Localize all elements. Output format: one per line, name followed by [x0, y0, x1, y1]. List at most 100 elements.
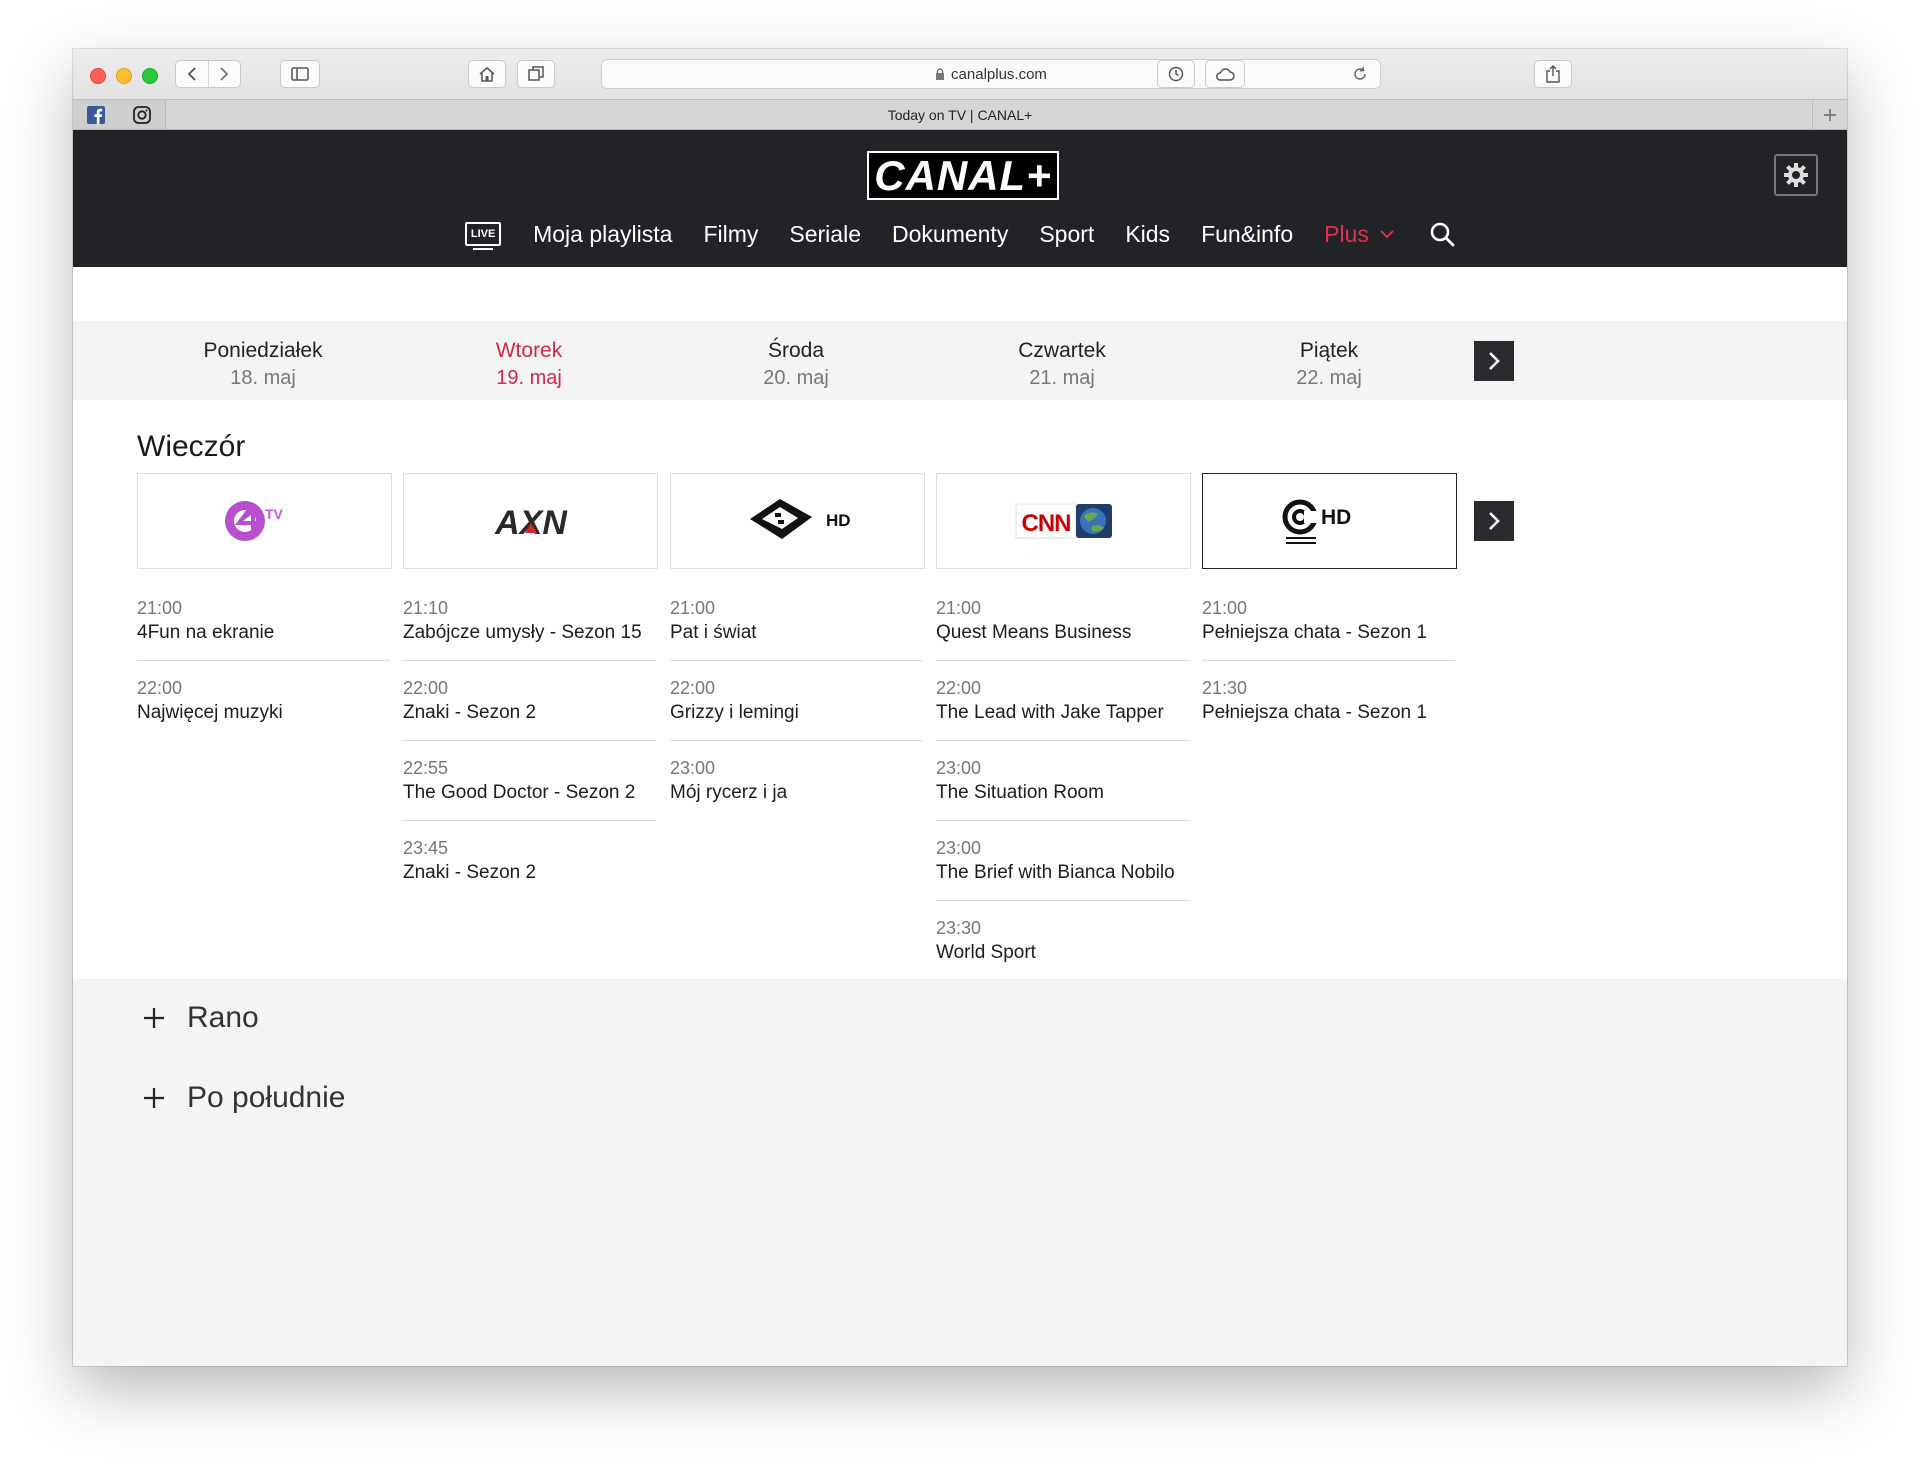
- sidebar-button[interactable]: [280, 60, 320, 88]
- home-button[interactable]: [468, 60, 506, 88]
- program-item[interactable]: 23:00 The Brief with Bianca Nobilo: [936, 821, 1189, 901]
- program-list-comedy-central: 21:00 Pełniejsza chata - Sezon 1 21:30 P…: [1202, 581, 1455, 741]
- day-tab-wtorek[interactable]: Wtorek 19. maj: [409, 339, 649, 390]
- icloud-tabs-button[interactable]: [1205, 60, 1245, 88]
- axn-logo-icon: AXN: [494, 504, 568, 539]
- nav-item-dokumenty[interactable]: Dokumenty: [892, 221, 1008, 248]
- program-time: 22:00: [936, 678, 982, 698]
- close-window-button[interactable]: [90, 68, 106, 84]
- section-title-wieczor: Wieczór: [137, 430, 246, 463]
- live-tv-button[interactable]: LIVE: [465, 222, 502, 250]
- day-tab-poniedzialek[interactable]: Poniedziałek 18. maj: [143, 339, 383, 390]
- program-title: The Lead with Jake Tapper: [936, 702, 1164, 723]
- nav-item-sport[interactable]: Sport: [1039, 221, 1094, 248]
- minimize-window-button[interactable]: [116, 68, 132, 84]
- plus-icon: [1824, 108, 1836, 121]
- program-title: Znaki - Sezon 2: [403, 702, 537, 723]
- nav-item-fun-info[interactable]: Fun&info: [1201, 221, 1293, 248]
- program-item[interactable]: 23:00 Mój rycerz i ja: [670, 741, 923, 821]
- channel-card-axn[interactable]: AXN: [403, 473, 658, 569]
- program-title: Znaki - Sezon 2: [403, 862, 537, 883]
- section-label: Rano: [187, 1001, 259, 1034]
- channel-card-boomerang-hd[interactable]: HD: [670, 473, 925, 569]
- days-next-button[interactable]: [1474, 341, 1514, 381]
- channel-card-4funtv[interactable]: TV: [137, 473, 392, 569]
- tab-bar: Today on TV | CANAL+: [73, 99, 1847, 130]
- day-tab-sroda[interactable]: Środa 20. maj: [676, 339, 916, 390]
- program-time: 21:00: [670, 598, 716, 618]
- canal-plus-logo[interactable]: CANAL+: [867, 151, 1059, 200]
- day-date: 22. maj: [1296, 367, 1362, 389]
- plus-dropdown-toggle[interactable]: [1379, 229, 1395, 239]
- program-title: World Sport: [936, 942, 1036, 963]
- nav-item-kids[interactable]: Kids: [1125, 221, 1170, 248]
- gear-icon: [1784, 163, 1808, 187]
- program-item[interactable]: 21:00 Quest Means Business: [936, 581, 1189, 661]
- program-item[interactable]: 21:00 Pat i świat: [670, 581, 923, 661]
- new-tab-button[interactable]: [1812, 100, 1847, 129]
- program-item[interactable]: 22:00 The Lead with Jake Tapper: [936, 661, 1189, 741]
- browser-window: canalplus.com Today on TV | CANAL+ CANAL…: [73, 49, 1847, 1366]
- back-button[interactable]: [176, 61, 208, 87]
- search-button[interactable]: [1429, 221, 1455, 247]
- nav-item-filmy[interactable]: Filmy: [703, 221, 758, 248]
- home-icon: [479, 67, 495, 82]
- search-icon: [1430, 222, 1455, 247]
- program-item[interactable]: 23:45 Znaki - Sezon 2: [403, 821, 656, 901]
- day-name: Czwartek: [1018, 339, 1106, 362]
- nav-item-seriale[interactable]: Seriale: [789, 221, 861, 248]
- sidebar-icon: [291, 67, 309, 81]
- program-title: Pat i świat: [670, 622, 757, 643]
- program-item[interactable]: 21:30 Pełniejsza chata - Sezon 1: [1202, 661, 1455, 741]
- reload-icon[interactable]: [1352, 66, 1368, 82]
- program-item[interactable]: 23:30 World Sport: [936, 901, 1189, 981]
- history-nav: [175, 60, 241, 88]
- forward-button[interactable]: [207, 61, 241, 87]
- program-time: 23:00: [936, 758, 982, 778]
- program-item[interactable]: 22:00 Najwięcej muzyki: [137, 661, 390, 741]
- day-name: Piątek: [1299, 339, 1359, 362]
- channels-next-button[interactable]: [1474, 501, 1514, 541]
- chevron-left-icon: [187, 67, 196, 81]
- program-time: 23:00: [670, 758, 716, 778]
- day-tab-piatek[interactable]: Piątek 22. maj: [1209, 339, 1449, 390]
- plus-icon: [144, 1088, 164, 1108]
- program-time: 23:30: [936, 918, 982, 938]
- history-button[interactable]: [1157, 60, 1195, 88]
- channel-card-cnn[interactable]: CNN: [936, 473, 1191, 569]
- nav-item-plus[interactable]: Plus: [1324, 221, 1369, 248]
- active-tab-title[interactable]: Today on TV | CANAL+: [73, 107, 1847, 123]
- day-selector: Poniedziałek 18. maj Wtorek 19. maj Środ…: [73, 321, 1847, 400]
- program-title: Pełniejsza chata - Sezon 1: [1202, 622, 1427, 643]
- program-list-4funtv: 21:00 4Fun na ekranie 22:00 Najwięcej mu…: [137, 581, 390, 741]
- settings-button[interactable]: [1774, 154, 1818, 196]
- address-bar[interactable]: canalplus.com: [601, 59, 1381, 89]
- program-time: 21:10: [403, 598, 449, 618]
- lock-icon: [936, 68, 945, 80]
- section-toggle-rano[interactable]: Rano: [135, 1001, 259, 1035]
- program-item[interactable]: 21:00 Pełniejsza chata - Sezon 1: [1202, 581, 1455, 661]
- nav-item-moja-playlista[interactable]: Moja playlista: [533, 221, 672, 248]
- program-title: The Good Doctor - Sezon 2: [403, 782, 636, 803]
- channel-card-comedy-central-hd[interactable]: HD: [1202, 473, 1457, 569]
- program-item[interactable]: 22:55 The Good Doctor - Sezon 2: [403, 741, 656, 821]
- chevron-down-icon: [1380, 230, 1394, 239]
- comedy-central-logo-icon: HD: [1282, 499, 1351, 544]
- site-header: CANAL+ LIVE Moja playlista Filmy Seriale…: [73, 130, 1847, 267]
- program-item[interactable]: 22:00 Grizzy i lemingi: [670, 661, 923, 741]
- day-tab-czwartek[interactable]: Czwartek 21. maj: [942, 339, 1182, 390]
- program-title: Grizzy i lemingi: [670, 702, 799, 723]
- day-name: Wtorek: [495, 339, 563, 362]
- tabs-icon: [528, 66, 544, 81]
- collapsed-sections: Rano Po południe: [73, 979, 1847, 1366]
- day-date: 21. maj: [1029, 367, 1095, 389]
- tabs-overview-button[interactable]: [517, 60, 555, 88]
- program-item[interactable]: 22:00 Znaki - Sezon 2: [403, 661, 656, 741]
- zoom-window-button[interactable]: [142, 68, 158, 84]
- program-item[interactable]: 21:00 4Fun na ekranie: [137, 581, 390, 661]
- share-button[interactable]: [1534, 60, 1572, 88]
- program-item[interactable]: 21:10 Zabójcze umysły - Sezon 15: [403, 581, 656, 661]
- section-toggle-po-poludnie[interactable]: Po południe: [135, 1081, 345, 1115]
- boomerang-logo-icon: HD: [749, 499, 850, 539]
- program-item[interactable]: 23:00 The Situation Room: [936, 741, 1189, 821]
